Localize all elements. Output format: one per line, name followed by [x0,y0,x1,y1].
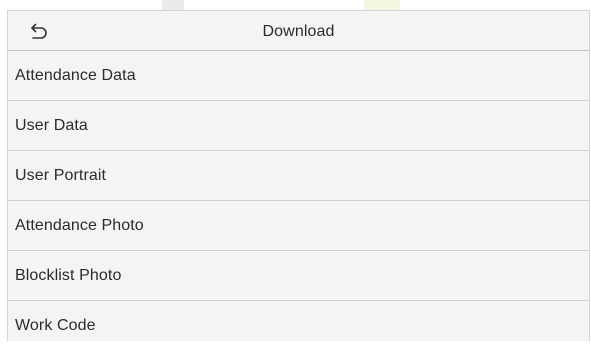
download-menu: Attendance Data User Data User Portrait … [8,51,589,351]
menu-item-user-data[interactable]: User Data [8,101,589,151]
menu-item-label: User Portrait [15,166,107,184]
menu-item-label: User Data [15,116,88,134]
menu-item-blocklist-photo[interactable]: Blocklist Photo [8,251,589,301]
menu-item-label: Blocklist Photo [15,266,122,284]
download-screen: Download Attendance Data User Data User … [7,10,590,341]
menu-item-user-portrait[interactable]: User Portrait [8,151,589,201]
menu-item-label: Attendance Photo [15,216,144,234]
menu-item-label: Attendance Data [15,66,136,84]
header-bar: Download [8,11,589,51]
menu-item-label: Work Code [15,317,96,334]
menu-item-work-code[interactable]: Work Code [8,301,589,351]
menu-item-attendance-data[interactable]: Attendance Data [8,51,589,101]
page-title: Download [262,23,335,40]
menu-item-attendance-photo[interactable]: Attendance Photo [8,201,589,251]
